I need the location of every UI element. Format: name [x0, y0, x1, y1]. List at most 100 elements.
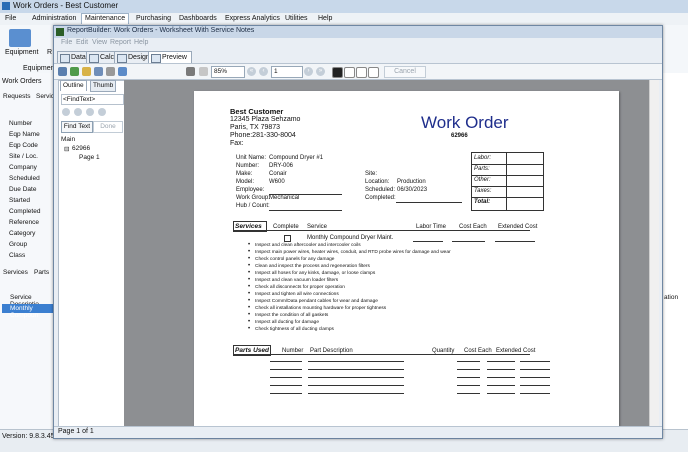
- menu-utilities[interactable]: Utilities: [282, 14, 311, 24]
- company-fax: Fax:: [230, 140, 244, 147]
- find-first-icon[interactable]: [62, 108, 70, 116]
- rb-menu-bar: File Edit View Report Help: [54, 38, 662, 49]
- find-last-icon[interactable]: [98, 108, 106, 116]
- make-label: Make:: [236, 171, 253, 177]
- tab-preview[interactable]: Preview: [148, 51, 192, 63]
- hub-count-underline: [269, 210, 342, 211]
- task-item: Check all installations mounting hardwar…: [255, 306, 387, 311]
- model-value: W600: [269, 179, 285, 185]
- zoom-page-icon[interactable]: [199, 67, 208, 76]
- requests-label[interactable]: Requests: [3, 93, 30, 100]
- rb-menu-report[interactable]: Report: [110, 39, 131, 46]
- calc-icon: [89, 54, 99, 63]
- find-text-input[interactable]: <FindText>: [61, 94, 124, 105]
- first-page-button[interactable]: «: [247, 67, 256, 76]
- export-icon[interactable]: [70, 67, 79, 76]
- tab-thumbnails[interactable]: Thumb: [90, 80, 117, 92]
- tree-main[interactable]: Main: [61, 136, 75, 143]
- rb-menu-help[interactable]: Help: [134, 39, 148, 46]
- task-item: Check all disconnects for proper operati…: [255, 285, 345, 290]
- done-button[interactable]: Done: [93, 121, 123, 133]
- continuous-view-icon[interactable]: [368, 67, 379, 78]
- menu-dashboards[interactable]: Dashboards: [176, 14, 220, 24]
- services-col-complete: Complete: [273, 224, 299, 230]
- page-setup-icon[interactable]: [94, 67, 103, 76]
- parts-col-extended-cost: Extended Cost: [496, 348, 536, 354]
- other-label: Other:: [474, 177, 491, 183]
- task-bullet: •: [248, 298, 251, 304]
- right-column-header: ation: [664, 294, 679, 301]
- page-number-field[interactable]: 1: [271, 66, 303, 78]
- employee-underline: [269, 194, 342, 195]
- vertical-scrollbar[interactable]: [649, 80, 659, 426]
- service-row-selected[interactable]: Monthly Compoun: [2, 304, 54, 319]
- find-text-button[interactable]: Find Text: [61, 121, 93, 133]
- services-col-labor-time: Labor Time: [416, 224, 447, 230]
- menu-administration[interactable]: Administration: [29, 14, 79, 24]
- right-back-grid: ation: [660, 73, 688, 429]
- location-label: Location:: [365, 179, 390, 185]
- field-group-label: Group: [9, 241, 28, 248]
- tree-expander-icon[interactable]: ⊟: [64, 145, 69, 153]
- tab-preview-label: Preview: [162, 54, 187, 61]
- service-complete-checkbox: [284, 235, 291, 242]
- zoom-field[interactable]: 85%: [211, 66, 245, 78]
- next-page-button[interactable]: ›: [304, 67, 313, 76]
- email-icon[interactable]: [82, 67, 91, 76]
- parts-col-number: Number: [282, 348, 304, 354]
- task-item: Inspect all ducting for damage: [255, 320, 319, 325]
- rb-menu-view[interactable]: View: [92, 39, 107, 46]
- task-bullet: •: [248, 291, 251, 297]
- menu-maintenance[interactable]: Maintenance: [81, 13, 130, 24]
- task-bullet: •: [248, 326, 251, 332]
- menu-help[interactable]: Help: [315, 14, 335, 24]
- equipment-icon[interactable]: [9, 29, 31, 47]
- find-next-icon[interactable]: [86, 108, 94, 116]
- task-bullet: •: [248, 242, 251, 248]
- page-width-icon[interactable]: [106, 67, 115, 76]
- parts-col-description: Part Description: [310, 348, 353, 354]
- last-page-button[interactable]: »: [316, 67, 325, 76]
- prev-page-button[interactable]: ‹: [259, 67, 268, 76]
- tree-page-1[interactable]: Page 1: [79, 154, 100, 161]
- ribbon-r-label: R: [47, 49, 53, 56]
- cost-each-underline: [452, 241, 485, 242]
- app-title-bar: Work Orders - Best Customer: [0, 0, 688, 13]
- tab-outline[interactable]: Outline: [60, 80, 87, 91]
- parts-col-cost-each: Cost Each: [464, 348, 492, 354]
- tab-parts[interactable]: Parts: [34, 269, 49, 276]
- four-page-view-icon[interactable]: [356, 67, 367, 78]
- service-name: Monthly Compound Dryer Maint.: [307, 235, 394, 241]
- totals-divider: [472, 197, 543, 198]
- rb-status-bar: Page 1 of 1: [54, 426, 662, 438]
- single-page-view-icon[interactable]: [332, 67, 343, 78]
- completed-underline: [396, 202, 462, 203]
- task-bullet: •: [248, 305, 251, 311]
- menu-purchasing[interactable]: Purchasing: [133, 14, 174, 24]
- menu-express-analytics[interactable]: Express Analytics: [222, 14, 283, 24]
- tab-services[interactable]: Services: [3, 269, 28, 276]
- ribbon-equipment-label: Equipment: [5, 49, 39, 56]
- zoom-fit-icon[interactable]: [186, 67, 195, 76]
- rb-menu-file[interactable]: File: [61, 39, 72, 46]
- scheduled-label: Scheduled:: [365, 187, 396, 193]
- tab-work-orders[interactable]: Work Orders: [2, 78, 42, 85]
- field-completed-label: Completed: [9, 208, 41, 215]
- find-prev-icon[interactable]: [74, 108, 82, 116]
- tree-work-order[interactable]: 62966: [72, 145, 90, 152]
- field-due-date-label: Due Date: [9, 186, 37, 193]
- task-item: Inspect all hoses for any kinks, damage,…: [255, 271, 376, 276]
- next-page-icon: ›: [307, 68, 310, 74]
- two-page-view-icon[interactable]: [344, 67, 355, 78]
- field-company-label: Company: [9, 164, 37, 171]
- report-builder-window: ReportBuilder: Work Orders - Worksheet W…: [53, 25, 663, 439]
- last-page-icon: »: [318, 68, 323, 74]
- labor-label: Labor:: [474, 155, 492, 161]
- menu-file[interactable]: File: [2, 14, 19, 24]
- print-icon[interactable]: [58, 67, 67, 76]
- report-page: Best Customer 12345 Plaza Sehzamo Paris,…: [194, 91, 619, 436]
- whole-page-icon[interactable]: [118, 67, 127, 76]
- rb-menu-edit[interactable]: Edit: [76, 39, 88, 46]
- cancel-button[interactable]: Cancel: [384, 66, 426, 78]
- design-icon: [117, 54, 127, 63]
